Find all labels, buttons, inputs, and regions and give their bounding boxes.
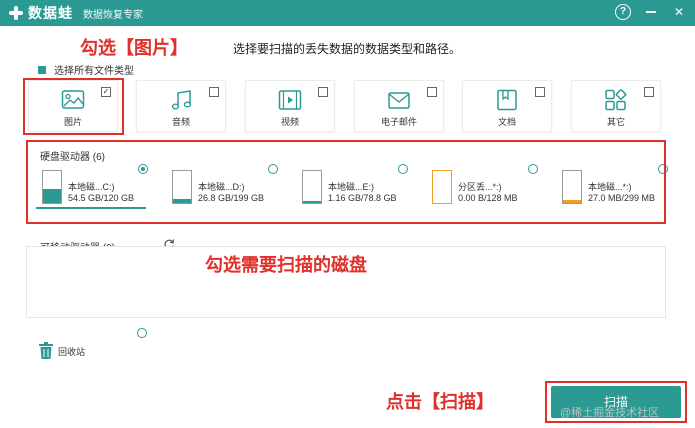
file-type-other[interactable]: 其它: [571, 80, 661, 132]
image-card-highlight: [23, 78, 124, 135]
watermark: @稀土掘金技术社区: [560, 407, 660, 419]
close-icon[interactable]: ✕: [671, 4, 687, 20]
email-checkbox[interactable]: [427, 87, 437, 97]
hard-drives-highlight: [26, 140, 666, 224]
minimize-icon[interactable]: [643, 4, 659, 20]
file-type-document[interactable]: 文档: [462, 80, 552, 132]
help-icon[interactable]: ?: [615, 4, 631, 20]
file-type-audio[interactable]: 音频: [136, 80, 226, 132]
select-all-label: 选择所有文件类型: [54, 66, 134, 77]
title-bar: 数据蛙 数据恢复专家 ? ✕: [0, 0, 695, 26]
window-controls: ? ✕: [615, 4, 687, 20]
trash-icon: [39, 342, 53, 359]
file-type-label: 音频: [171, 117, 190, 127]
location-radio[interactable]: [137, 328, 147, 338]
video-icon: [278, 90, 302, 110]
file-type-label: 视频: [280, 117, 299, 127]
select-all-checkbox[interactable]: [38, 65, 46, 74]
other-checkbox[interactable]: [644, 87, 654, 97]
app-brand: 数据蛙: [28, 5, 73, 21]
annotation-click-scan: 点击【扫描】: [386, 392, 494, 412]
file-type-label: 文档: [497, 117, 516, 127]
file-type-label: 其它: [606, 117, 625, 127]
file-type-label: 电子邮件: [380, 117, 417, 127]
logo-cross-icon: [8, 5, 24, 21]
document-checkbox[interactable]: [535, 87, 545, 97]
music-icon: [171, 90, 192, 110]
recycle-bin-label: 回收站: [58, 347, 86, 357]
email-icon: [388, 92, 410, 109]
instruction-text: 选择要扫描的丢失数据的数据类型和路径。: [233, 42, 462, 56]
select-all-file-types[interactable]: 选择所有文件类型: [38, 62, 134, 77]
annotation-select-images: 勾选【图片】: [80, 38, 188, 58]
app-logo: 数据蛙: [8, 3, 73, 23]
audio-checkbox[interactable]: [209, 87, 219, 97]
file-type-email[interactable]: 电子邮件: [354, 80, 444, 132]
annotation-select-disk: 勾选需要扫描的磁盘: [205, 255, 367, 275]
app-subtitle: 数据恢复专家: [83, 9, 143, 21]
other-icon: [605, 89, 627, 111]
file-type-video[interactable]: 视频: [245, 80, 335, 132]
video-checkbox[interactable]: [318, 87, 328, 97]
document-icon: [497, 89, 517, 111]
recycle-bin[interactable]: 回收站: [38, 342, 85, 360]
